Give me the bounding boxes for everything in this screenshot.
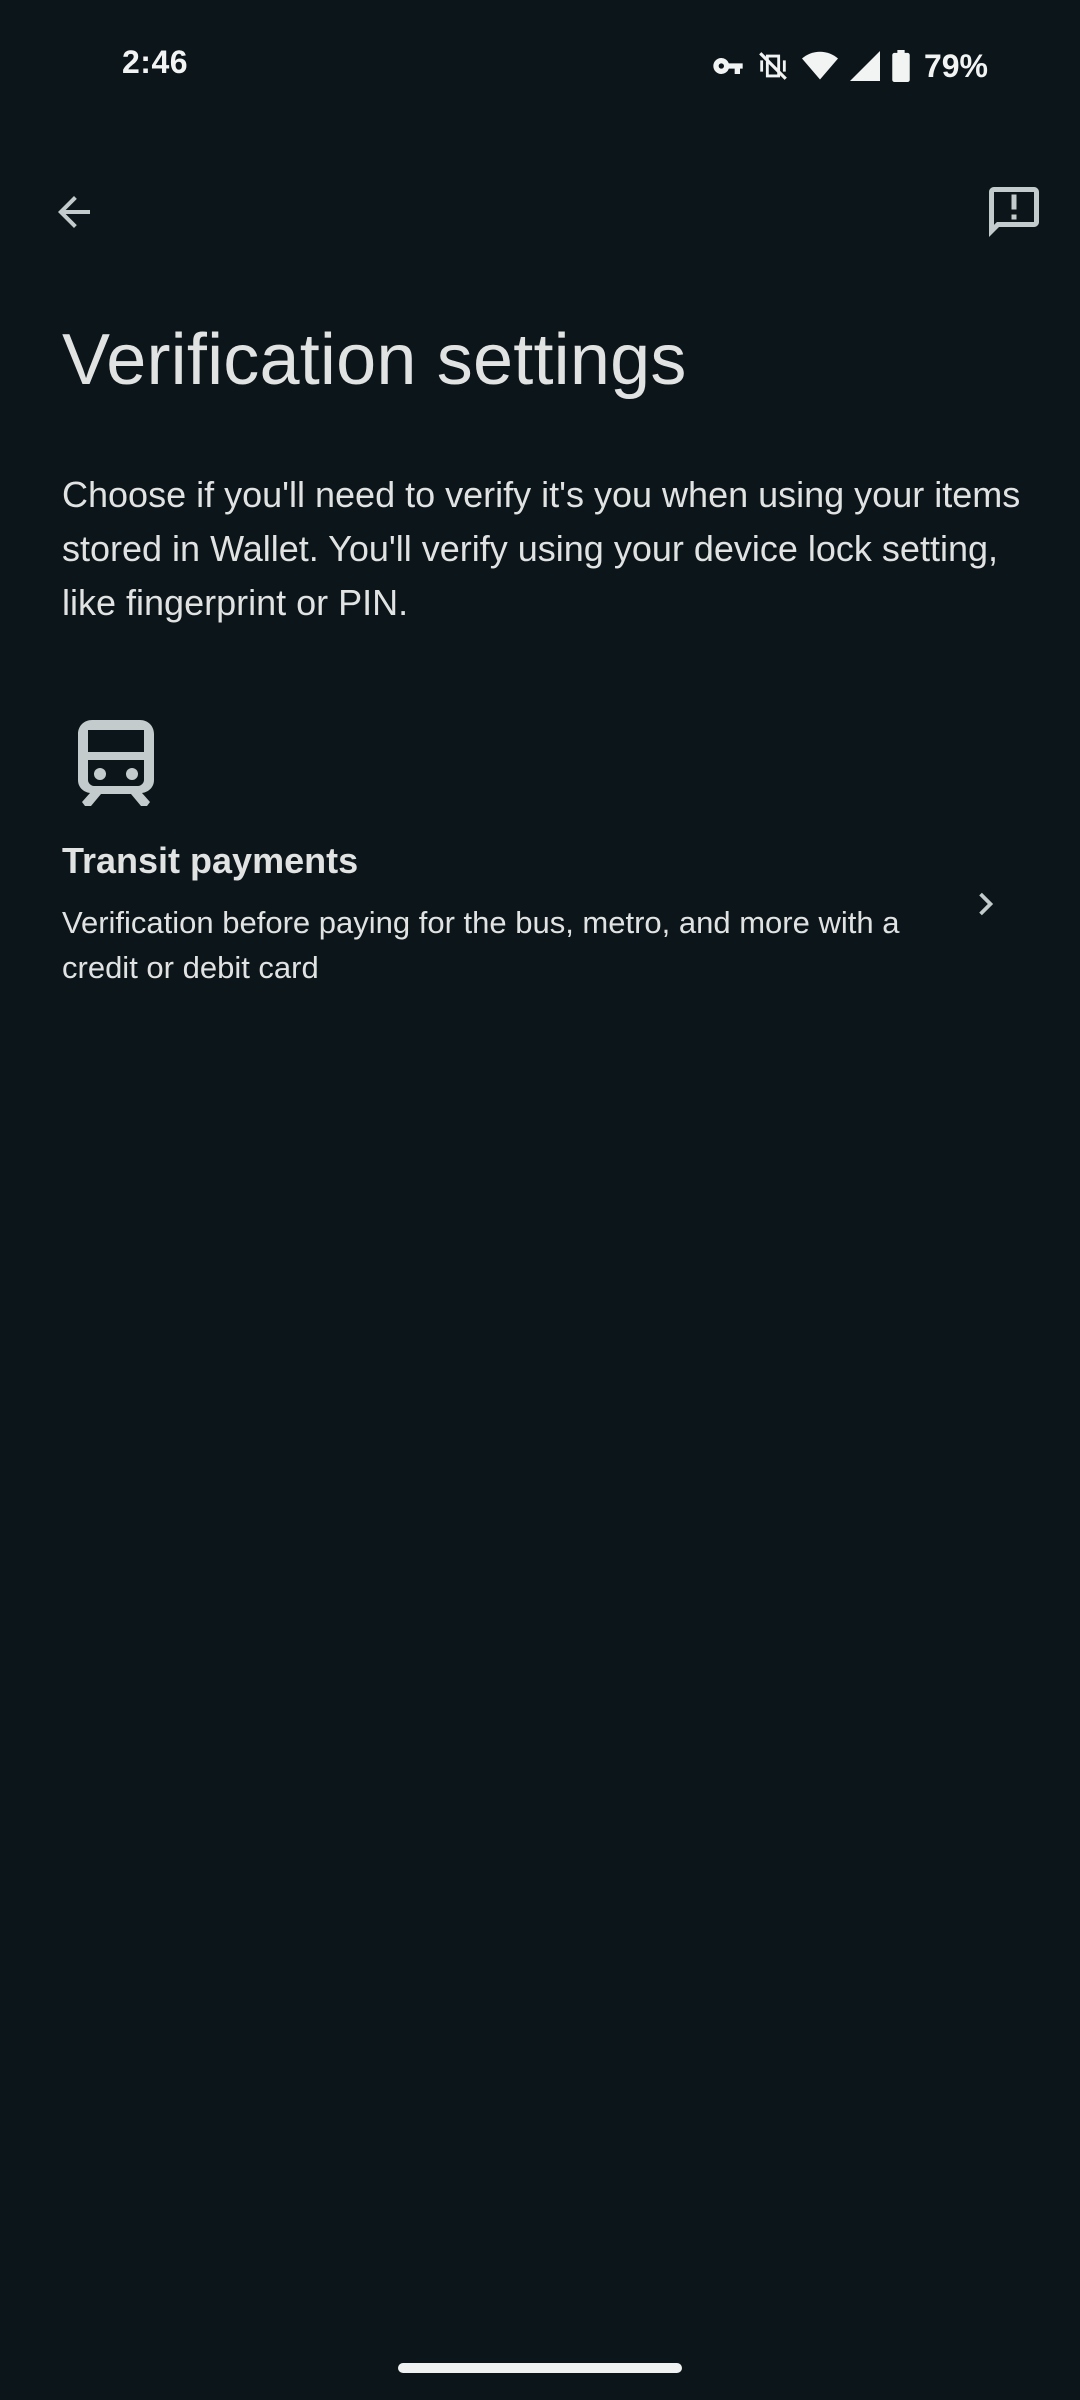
status-bar: 2:46 79% xyxy=(0,0,1080,130)
feedback-button[interactable] xyxy=(970,168,1058,256)
vibrate-off-icon xyxy=(759,52,787,80)
train-icon xyxy=(78,720,154,806)
status-icons: 79% xyxy=(712,46,988,86)
arrow-back-icon xyxy=(58,196,90,228)
battery-percent: 79% xyxy=(923,47,988,84)
screen: 2:46 79% Verification settings Choose if… xyxy=(0,0,1080,2400)
battery-icon xyxy=(892,50,910,82)
chevron-right-icon xyxy=(979,892,994,916)
gesture-navigation-handle[interactable] xyxy=(398,2363,682,2373)
wifi-icon xyxy=(801,51,838,80)
page-title: Verification settings xyxy=(62,320,687,400)
cell-signal-icon xyxy=(849,51,880,81)
setting-subtitle: Verification before paying for the bus, … xyxy=(62,905,900,985)
setting-item-transit-payments[interactable]: Transit payments Verification before pay… xyxy=(0,700,1080,1000)
status-time: 2:46 xyxy=(122,44,189,80)
back-button[interactable] xyxy=(30,168,118,256)
page-description: Choose if you'll need to verify it's you… xyxy=(62,474,1021,623)
feedback-icon xyxy=(989,187,1039,237)
setting-title: Transit payments xyxy=(62,840,359,881)
vpn-key-icon xyxy=(713,58,743,74)
